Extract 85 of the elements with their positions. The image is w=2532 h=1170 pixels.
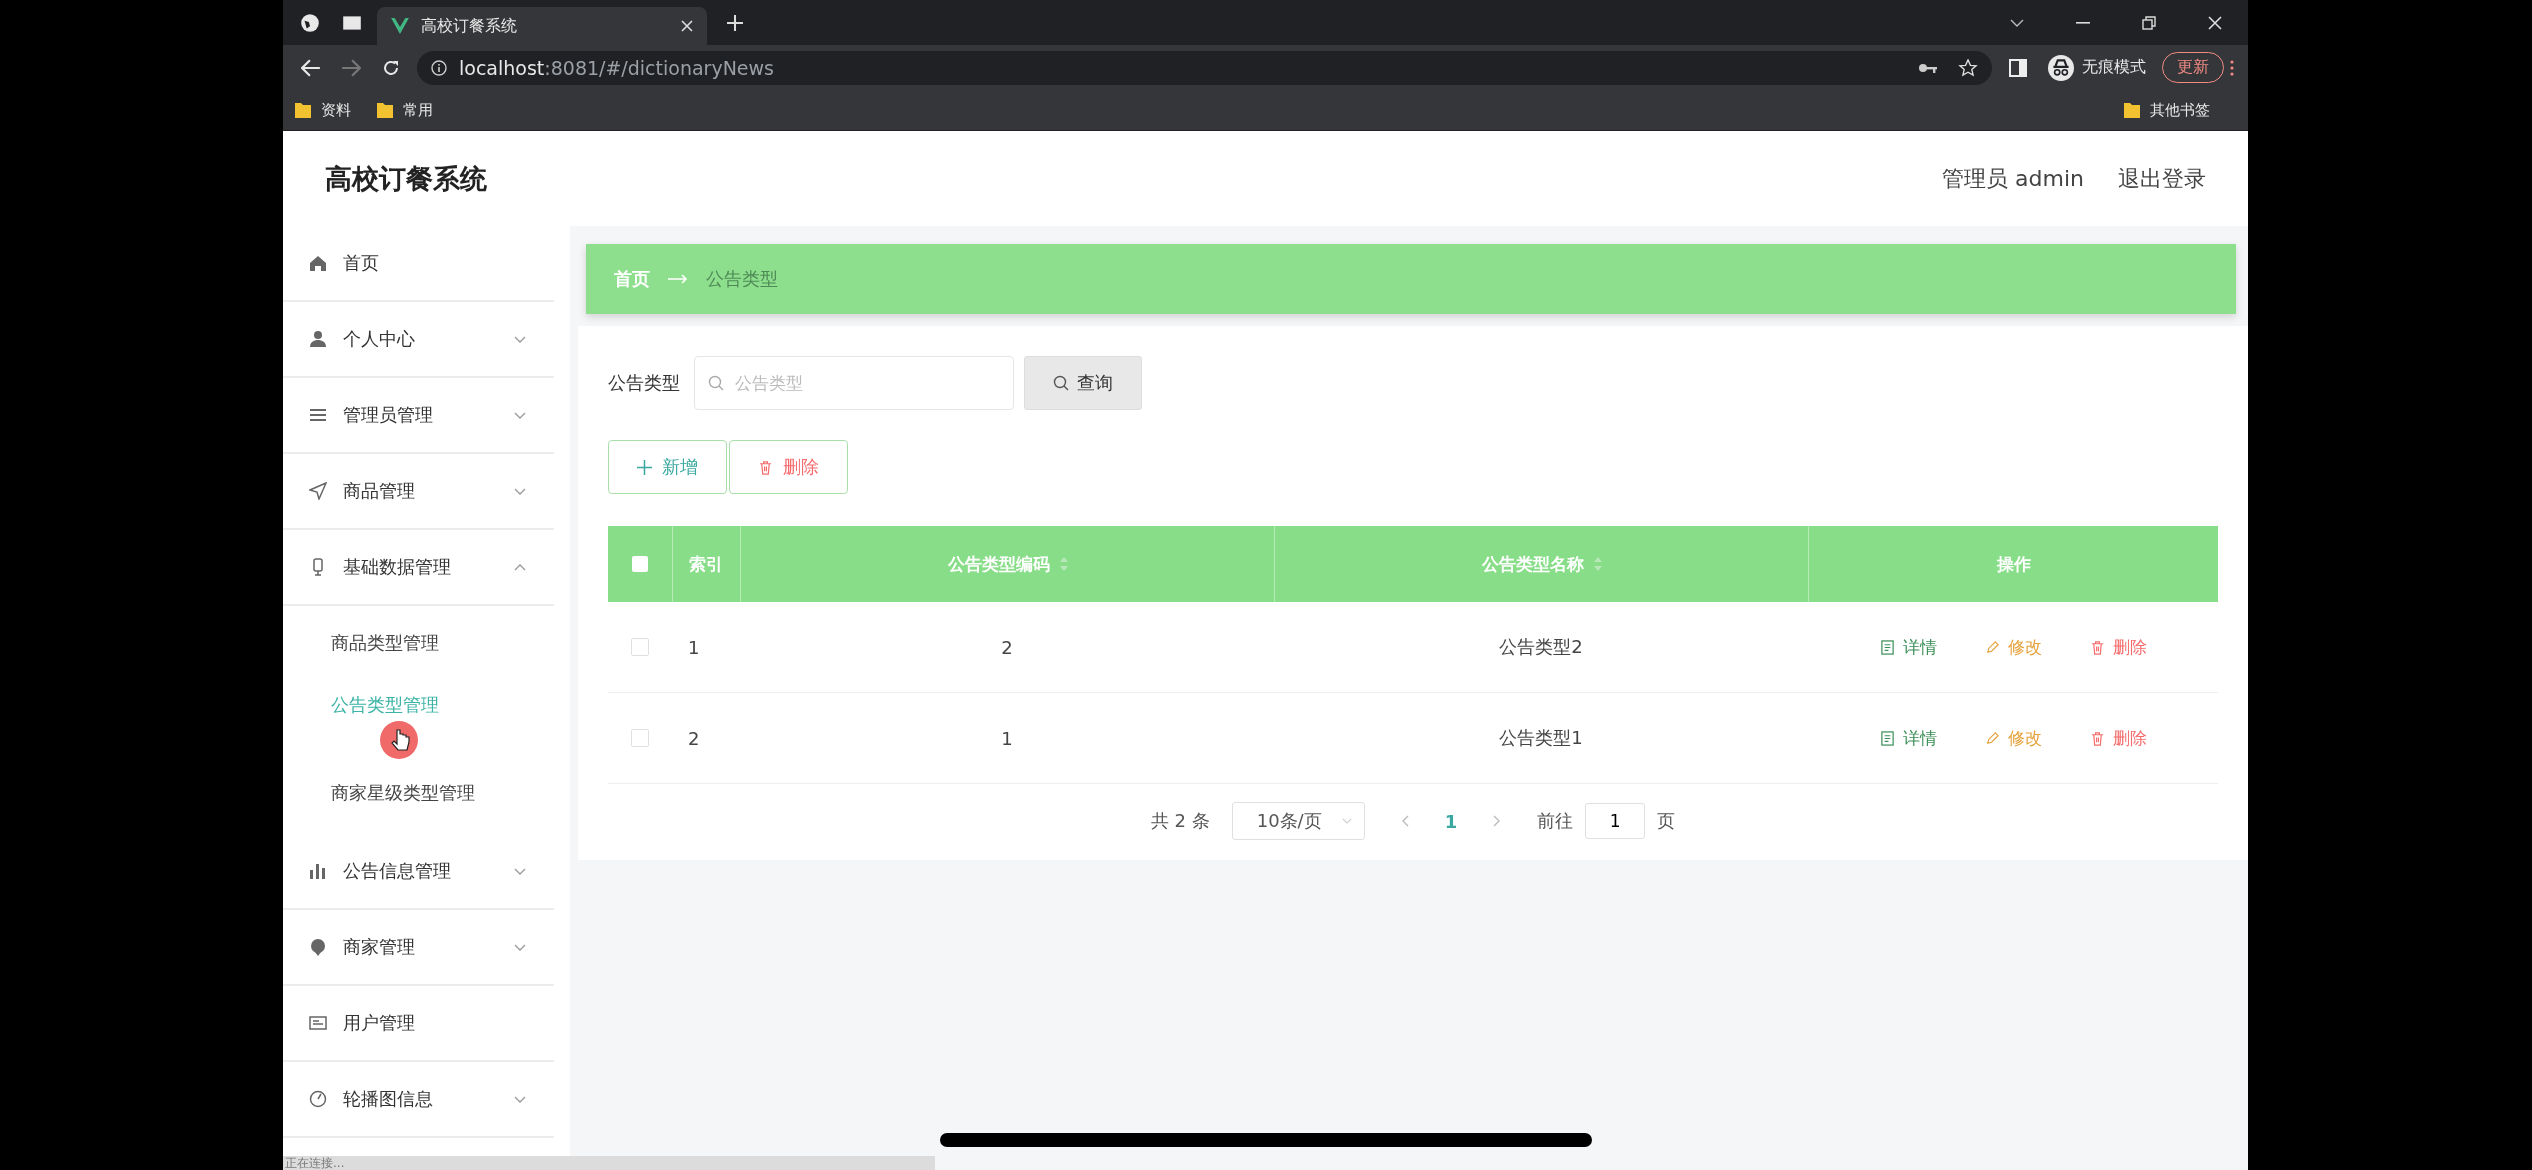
logout-link[interactable]: 退出登录 xyxy=(2118,163,2206,194)
incognito-icon xyxy=(2048,54,2074,81)
balloon-icon xyxy=(309,938,327,956)
address-field[interactable]: localhost:8081/#/dictionaryNews xyxy=(417,50,1992,85)
send-icon xyxy=(309,482,327,500)
plus-icon xyxy=(637,459,652,475)
v-logo-icon xyxy=(391,18,409,34)
row-checkbox[interactable] xyxy=(631,729,649,747)
info-icon xyxy=(431,59,447,76)
sidepanel-icon[interactable] xyxy=(2008,58,2028,77)
gauge-icon xyxy=(309,1090,327,1108)
user-label: 管理员 admin xyxy=(1942,164,2084,193)
menu-item[interactable]: 个人中心 xyxy=(283,302,554,378)
browser-tab[interactable]: 高校订餐系统 xyxy=(377,7,707,45)
user-icon xyxy=(309,330,327,348)
bookmark-item[interactable]: 常用 xyxy=(377,100,433,120)
table-cell: 1 xyxy=(688,636,700,658)
search-icon xyxy=(708,375,724,391)
detail-link[interactable]: 详情 xyxy=(1879,726,1937,750)
menu-item[interactable]: 商品管理 xyxy=(283,454,554,530)
folder-icon xyxy=(2124,102,2140,118)
page-size-select[interactable]: 10条/页 xyxy=(1231,802,1365,840)
trash-icon xyxy=(2089,730,2105,746)
reload-icon[interactable] xyxy=(381,58,401,77)
search-field[interactable]: 公告类型 xyxy=(694,356,1014,410)
menu-item[interactable]: 轮播图信息 xyxy=(283,1062,554,1138)
document-icon xyxy=(1879,639,1895,655)
forward-icon[interactable] xyxy=(341,58,361,77)
column-header: 操作 xyxy=(1996,552,2031,576)
list-icon xyxy=(309,406,327,424)
table-cell: 2 xyxy=(688,727,700,749)
folder-icon xyxy=(377,102,393,118)
pencil-icon xyxy=(1984,730,2000,746)
search-button[interactable]: 查询 xyxy=(1024,356,1142,410)
table-cell: 1 xyxy=(1001,727,1013,749)
breadcrumb-current: 公告类型 xyxy=(706,267,778,291)
close-icon[interactable] xyxy=(681,20,693,32)
trash-icon xyxy=(758,459,773,475)
column-header: 索引 xyxy=(689,552,723,576)
home-icon xyxy=(309,254,327,272)
menu-item[interactable]: 公告信息管理 xyxy=(283,834,554,910)
bar-chart-icon xyxy=(309,862,327,880)
menu-item[interactable]: 管理员管理 xyxy=(283,378,554,454)
menu-item[interactable]: 商家管理 xyxy=(283,910,554,986)
close-icon[interactable] xyxy=(2208,15,2222,30)
incognito-indicator[interactable]: 无痕模式 xyxy=(2048,54,2146,81)
row-checkbox[interactable] xyxy=(631,638,649,656)
click-indicator-icon xyxy=(379,720,419,760)
submenu-item[interactable]: 商品类型管理 xyxy=(283,612,570,674)
document-icon xyxy=(1879,730,1895,746)
page-input[interactable]: 1 xyxy=(1585,803,1646,839)
status-toast: 正在连接... xyxy=(283,1156,935,1170)
select-all-checkbox[interactable] xyxy=(632,556,648,572)
total-count: 共 2 条 xyxy=(1150,809,1210,833)
table-cell: 公告类型1 xyxy=(1499,726,1583,750)
bookmark-item[interactable]: 其他书签 xyxy=(2124,100,2210,120)
menu-item[interactable]: 首页 xyxy=(283,226,554,302)
menu-item[interactable]: 用户管理 xyxy=(283,986,554,1062)
card-icon xyxy=(309,1014,327,1032)
plus-icon[interactable] xyxy=(727,14,743,31)
chevron-down-icon xyxy=(1341,818,1352,824)
submenu-item[interactable]: 商家星级类型管理 xyxy=(283,762,570,824)
menu-item[interactable]: 基础数据管理 xyxy=(283,530,554,606)
goto-label: 前往 xyxy=(1537,809,1574,833)
search-icon xyxy=(1053,375,1069,391)
globe-icon[interactable] xyxy=(299,11,321,34)
pencil-icon xyxy=(1984,639,2000,655)
column-header: 公告类型名称 xyxy=(1481,552,1584,576)
folder-icon xyxy=(295,102,311,118)
back-icon[interactable] xyxy=(301,58,321,77)
tab-title: 高校订餐系统 xyxy=(421,15,518,37)
url-text: localhost:8081/#/dictionaryNews xyxy=(459,56,775,79)
app-title: 高校订餐系统 xyxy=(325,161,487,196)
search-label: 公告类型 xyxy=(608,371,680,395)
restore-icon[interactable] xyxy=(2142,15,2156,30)
detail-link[interactable]: 详情 xyxy=(1879,635,1937,659)
more-icon[interactable] xyxy=(2230,59,2234,76)
star-icon[interactable] xyxy=(1958,58,1978,77)
page-unit-label: 页 xyxy=(1657,809,1676,833)
table-cell: 2 xyxy=(1001,636,1013,658)
column-header: 公告类型编码 xyxy=(947,552,1050,576)
bookmark-item[interactable]: 资料 xyxy=(295,100,351,120)
arrow-right-icon xyxy=(668,274,688,284)
trash-icon xyxy=(2089,639,2105,655)
table-cell: 公告类型2 xyxy=(1499,635,1583,659)
